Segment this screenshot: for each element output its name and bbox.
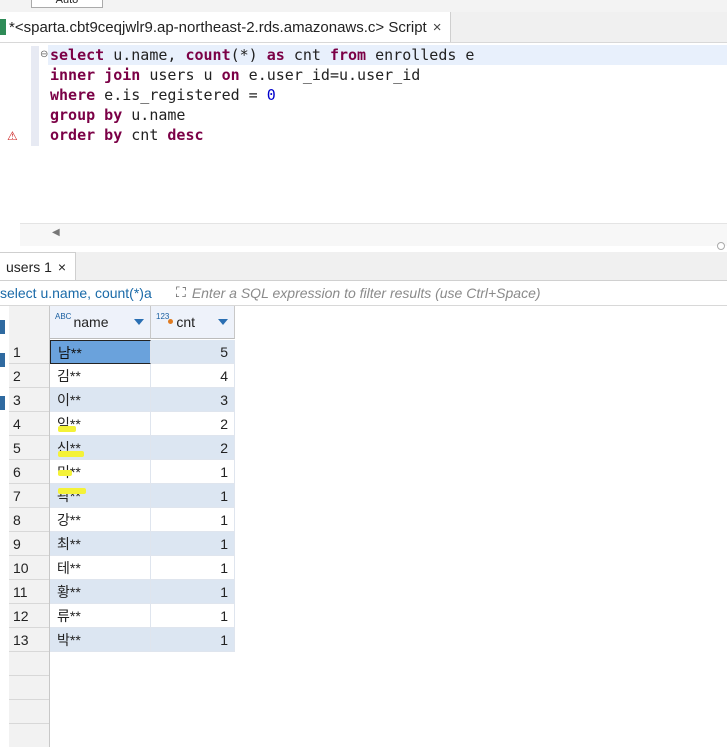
sort-dropdown-icon[interactable]: [134, 319, 144, 325]
row-number[interactable]: 13: [9, 628, 49, 652]
filter-bar: select u.name, count(*)a ⛶ Enter a SQL e…: [0, 281, 727, 306]
row-number[interactable]: 8: [9, 508, 49, 532]
text-type-icon: ABC: [55, 311, 72, 321]
cell-name[interactable]: 남**: [50, 340, 151, 364]
panel-toggle-icon[interactable]: [0, 353, 5, 367]
tab-results-users[interactable]: users 1 ×: [0, 252, 76, 280]
results-tabbar: users 1 ×: [0, 252, 727, 281]
cell-cnt[interactable]: 1: [151, 532, 235, 556]
row-number-empty: [9, 700, 49, 724]
filter-input[interactable]: Enter a SQL expression to filter results…: [192, 285, 541, 301]
cell-cnt[interactable]: 1: [151, 556, 235, 580]
row-number[interactable]: 9: [9, 532, 49, 556]
column-header-label: name: [73, 314, 109, 330]
number-type-icon: 123: [156, 311, 170, 321]
auto-commit-select[interactable]: Auto: [31, 0, 103, 8]
cell-cnt[interactable]: 1: [151, 508, 235, 532]
cell-cnt[interactable]: 4: [151, 364, 235, 388]
row-number[interactable]: 6: [9, 460, 49, 484]
row-number[interactable]: 12: [9, 604, 49, 628]
code-line-1: select u.name, count(*) as cnt from enro…: [48, 45, 727, 65]
cell-name[interactable]: 류**: [50, 604, 151, 628]
cell-cnt[interactable]: 2: [151, 436, 235, 460]
panel-toggle-icon[interactable]: [0, 396, 5, 410]
close-icon[interactable]: ×: [433, 19, 442, 36]
expand-filter-icon[interactable]: ⛶: [176, 285, 186, 301]
row-number[interactable]: 3: [9, 388, 49, 412]
column-header-cnt[interactable]: 123 cnt: [151, 306, 235, 339]
cell-cnt[interactable]: 5: [151, 340, 235, 364]
cell-name[interactable]: 김**: [50, 364, 151, 388]
cell-name[interactable]: 테**: [50, 556, 151, 580]
editor-gutter: [31, 46, 39, 146]
cell-cnt[interactable]: 2: [151, 412, 235, 436]
tab-sql-script[interactable]: *<sparta.cbt9ceqjwlr9.ap-northeast-2.rds…: [0, 12, 451, 42]
key-dot-icon: [168, 318, 174, 324]
cell-cnt[interactable]: 1: [151, 628, 235, 652]
cell-name[interactable]: 최**: [50, 532, 151, 556]
cell-cnt[interactable]: 1: [151, 460, 235, 484]
close-icon[interactable]: ×: [58, 259, 66, 275]
cell-name[interactable]: 임**: [50, 412, 151, 436]
tab-title: *<sparta.cbt9ceqjwlr9.ap-northeast-2.rds…: [9, 18, 427, 36]
column-header-label: cnt: [176, 314, 196, 330]
sql-editor[interactable]: ⊖ ⚠ select u.name, count(*) as cnt from …: [0, 43, 727, 223]
row-number[interactable]: 11: [9, 580, 49, 604]
cell-name[interactable]: 강**: [50, 508, 151, 532]
column-header-name[interactable]: ABC name: [50, 306, 151, 339]
splitter-handle-icon[interactable]: [717, 242, 725, 250]
result-query-text: select u.name, count(*)a: [0, 285, 152, 301]
highlight-mark: [58, 426, 76, 432]
row-number-empty: [9, 652, 49, 676]
row-number[interactable]: 7: [9, 484, 49, 508]
editor-horizontal-scrollbar[interactable]: ◀: [20, 223, 727, 250]
row-number[interactable]: 1: [9, 340, 49, 364]
panel-toggle-icon[interactable]: [0, 320, 5, 334]
cell-name[interactable]: 이**: [50, 388, 151, 412]
cell-cnt[interactable]: 3: [151, 388, 235, 412]
row-number[interactable]: 4: [9, 412, 49, 436]
scroll-left-icon[interactable]: ◀: [52, 227, 60, 238]
row-number-empty: [9, 676, 49, 700]
warning-icon[interactable]: ⚠: [7, 129, 18, 143]
cell-cnt[interactable]: 1: [151, 604, 235, 628]
cell-name[interactable]: 박**: [50, 628, 151, 652]
cell-name[interactable]: 황**: [50, 580, 151, 604]
database-icon: [0, 19, 6, 35]
cell-cnt[interactable]: 1: [151, 484, 235, 508]
cell-cnt[interactable]: 1: [151, 580, 235, 604]
results-tab-label: users 1: [6, 258, 52, 275]
code-line-2: inner join users u on e.user_id=u.user_i…: [50, 66, 421, 84]
sort-dropdown-icon[interactable]: [218, 319, 228, 325]
editor-tabbar: *<sparta.cbt9ceqjwlr9.ap-northeast-2.rds…: [0, 12, 727, 43]
highlight-mark: [58, 488, 86, 494]
highlight-mark: [58, 470, 72, 476]
result-grid[interactable]: ABC name 123 cnt 1 남** 5 2 김** 4 3 이** 3…: [9, 306, 727, 747]
code-line-5: order by cnt desc: [50, 126, 204, 144]
sql-code[interactable]: select u.name, count(*) as cnt from enro…: [48, 45, 727, 145]
code-line-4: group by u.name: [50, 106, 186, 124]
highlight-mark: [58, 451, 84, 457]
row-number[interactable]: 10: [9, 556, 49, 580]
row-number[interactable]: 2: [9, 364, 49, 388]
code-line-3: where e.is_registered = 0: [50, 86, 276, 104]
row-number[interactable]: 5: [9, 436, 49, 460]
